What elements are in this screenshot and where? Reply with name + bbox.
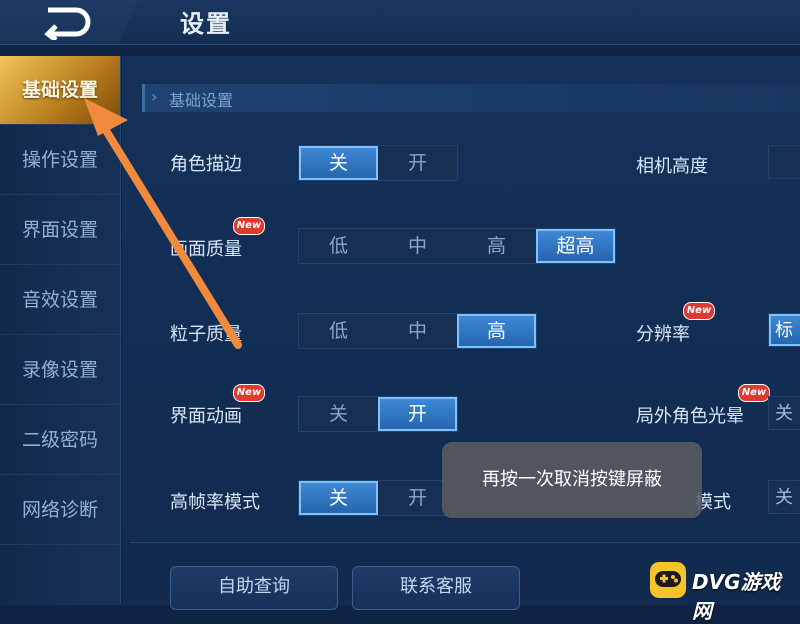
section-header: › 基础设置 bbox=[142, 84, 800, 112]
high-fps-label: 高帧率模式 bbox=[170, 492, 260, 513]
quality-option-medium[interactable]: 中 bbox=[378, 229, 457, 263]
mode-control[interactable]: 关 bbox=[768, 480, 800, 514]
outline-option-off[interactable]: 关 bbox=[299, 146, 378, 180]
sidebar-item-network-diagnosis[interactable]: 网络诊断 bbox=[0, 476, 120, 545]
quality-option-high[interactable]: 高 bbox=[457, 229, 536, 263]
sidebar-item-basic-settings[interactable]: 基础设置 bbox=[0, 56, 120, 125]
sidebar-item-control-settings[interactable]: 操作设置 bbox=[0, 126, 120, 195]
back-icon bbox=[44, 7, 91, 40]
particle-label: 粒子质量 bbox=[170, 324, 242, 345]
gamepad-icon bbox=[650, 562, 686, 598]
self-help-button[interactable]: 自助查询 bbox=[170, 566, 338, 610]
divider bbox=[130, 542, 800, 543]
outer-glow-control[interactable]: 关 bbox=[768, 396, 800, 430]
quality-option-low[interactable]: 低 bbox=[299, 229, 378, 263]
particle-option-high[interactable]: 高 bbox=[457, 314, 536, 348]
top-bar: 设置 bbox=[0, 0, 800, 45]
sidebar-item-replay-settings[interactable]: 录像设置 bbox=[0, 336, 120, 405]
contact-support-button[interactable]: 联系客服 bbox=[352, 566, 520, 610]
ui-animation-option-off[interactable]: 关 bbox=[299, 397, 378, 431]
sidebar-item-interface-settings[interactable]: 界面设置 bbox=[0, 196, 120, 265]
quality-selector: 低 中 高 超高 bbox=[298, 228, 616, 264]
resolution-label: 分辨率 bbox=[636, 324, 690, 345]
sidebar: 基础设置 操作设置 界面设置 音效设置 录像设置 二级密码 网络诊断 bbox=[0, 56, 121, 605]
quality-label: 画面质量 bbox=[170, 239, 242, 260]
ui-animation-label: 界面动画 bbox=[170, 406, 242, 427]
toast-message: 再按一次取消按键屏蔽 bbox=[442, 442, 702, 518]
new-badge: New bbox=[683, 302, 715, 320]
page-title: 设置 bbox=[180, 10, 232, 38]
camera-height-label: 相机高度 bbox=[636, 156, 708, 177]
section-title: 基础设置 bbox=[169, 91, 234, 110]
new-badge: New bbox=[738, 384, 770, 402]
outline-label: 角色描边 bbox=[170, 154, 242, 175]
high-fps-toggle: 关 开 bbox=[298, 480, 458, 516]
watermark-logo: DVG游戏网 bbox=[640, 556, 800, 623]
ui-animation-toggle: 关 开 bbox=[298, 396, 458, 432]
sidebar-item-sound-settings[interactable]: 音效设置 bbox=[0, 266, 120, 335]
sidebar-item-secondary-password[interactable]: 二级密码 bbox=[0, 406, 120, 475]
camera-height-control[interactable] bbox=[768, 145, 800, 179]
ui-animation-option-on[interactable]: 开 bbox=[378, 397, 457, 431]
particle-option-medium[interactable]: 中 bbox=[378, 314, 457, 348]
outer-glow-label: 局外角色光晕 bbox=[636, 406, 744, 427]
high-fps-option-off[interactable]: 关 bbox=[299, 481, 378, 515]
particle-option-low[interactable]: 低 bbox=[299, 314, 378, 348]
new-badge: New bbox=[233, 384, 265, 402]
outline-toggle: 关 开 bbox=[298, 145, 458, 181]
back-button[interactable] bbox=[0, 0, 138, 44]
resolution-control[interactable]: 标 bbox=[768, 313, 800, 347]
new-badge: New bbox=[233, 217, 265, 235]
watermark-text: DVG游戏网 bbox=[692, 570, 781, 623]
particle-selector: 低 中 高 bbox=[298, 313, 537, 349]
quality-option-ultra[interactable]: 超高 bbox=[536, 229, 615, 263]
outline-option-on[interactable]: 开 bbox=[378, 146, 457, 180]
chevron-right-icon: › bbox=[151, 87, 158, 106]
